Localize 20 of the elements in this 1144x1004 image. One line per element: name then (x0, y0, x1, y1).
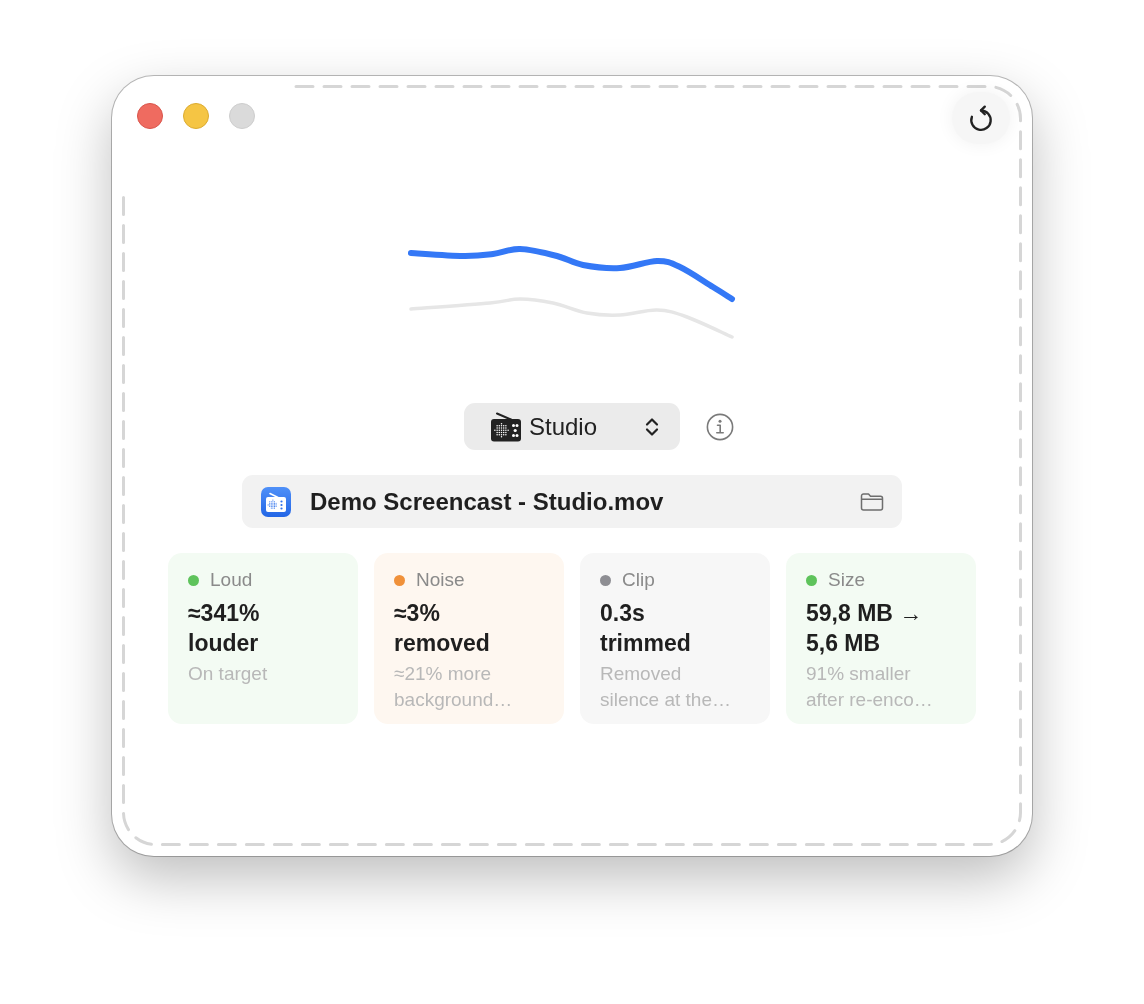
stat-value: 0.3s trimmed (600, 599, 692, 658)
stat-note: ≈21% more background… (394, 662, 514, 712)
folder-icon[interactable] (860, 491, 884, 512)
stat-value: ≈3% removed (394, 599, 491, 658)
stat-label: Noise (416, 568, 465, 592)
close-button[interactable] (137, 103, 163, 129)
info-icon[interactable] (706, 412, 734, 441)
stat-note: On target (188, 662, 269, 686)
stat-label: Loud (210, 568, 253, 592)
stat-label: Size (828, 568, 865, 592)
stat-value: 59,8 MB → 5,6 MB (806, 599, 924, 658)
file-name: Demo Screencast - Studio.mov (310, 487, 665, 516)
radio-icon (491, 411, 521, 442)
preset-popup[interactable]: Studio (464, 403, 680, 450)
stat-note: 91% smaller after re-enco… (806, 662, 934, 712)
circular-arrow-icon (968, 104, 994, 132)
stat-note: Removed silence at the… (600, 662, 732, 712)
radio-app-icon (261, 486, 291, 517)
stat-label: Clip (622, 568, 655, 592)
stat-value: ≈341% louder (188, 599, 261, 658)
